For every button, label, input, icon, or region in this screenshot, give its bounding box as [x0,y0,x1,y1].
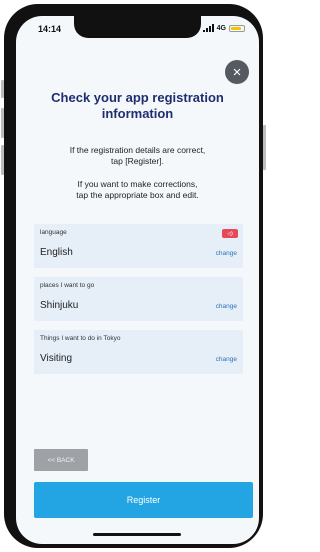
home-indicator [93,533,181,536]
power-button [263,125,266,170]
close-icon: × [232,63,242,81]
field-label: places I want to go [40,282,95,289]
app-screen: 14:14 4G × Check your app registration i… [16,16,259,544]
signal-icon [202,24,214,32]
back-button[interactable]: << BACK [34,449,88,471]
activities-field[interactable]: Things I want to do in Tokyo Visiting ch… [34,330,243,374]
battery-icon [229,24,245,32]
language-field[interactable]: language ◁) English change [34,224,243,268]
page-title-line1: Check your app registration [51,90,224,105]
status-indicators: 4G [202,24,245,32]
page-title-line2: information [101,106,174,121]
status-time: 14:14 [38,24,62,34]
phone-frame: 14:14 4G × Check your app registration i… [4,4,263,548]
change-link[interactable]: change [216,250,237,257]
instruction-line-1: If the registration details are correct, [69,145,206,155]
change-link[interactable]: change [216,356,237,363]
close-button[interactable]: × [225,60,249,84]
instruction-line-2: tap [Register]. [111,156,164,166]
field-value: Shinjuku [40,300,79,311]
places-field[interactable]: places I want to go Shinjuku change [34,277,243,321]
register-button[interactable]: Register [34,482,253,518]
field-label: language [40,229,67,236]
change-link[interactable]: change [216,303,237,310]
instruction-line-4: tap the appropriate box and edit. [76,190,199,200]
voice-audio-icon: ◁) [222,229,238,238]
instruction-line-3: If you want to make corrections, [77,179,198,189]
field-label: Things I want to do in Tokyo [40,335,121,342]
field-value: English [40,247,73,258]
network-label: 4G [216,24,226,32]
page-title: Check your app registration information [30,90,245,122]
field-value: Visiting [40,353,73,364]
notch [74,16,201,38]
